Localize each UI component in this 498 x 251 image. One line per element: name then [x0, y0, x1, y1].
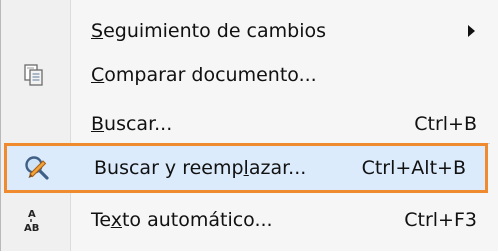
- menu-item-track-changes[interactable]: Seguimiento de cambios: [1, 8, 498, 54]
- menu-item-label: Seguimiento de cambios: [91, 20, 327, 42]
- svg-text:AB: AB: [24, 223, 39, 233]
- menu-item-label: Buscar y reemplazar...: [94, 157, 307, 179]
- autotext-icon: A AB: [19, 205, 49, 235]
- menu-item-label: Texto automático...: [91, 209, 273, 231]
- menu-item-label: Buscar...: [91, 113, 173, 135]
- compare-document-icon: [19, 60, 49, 90]
- edit-context-menu: Seguimiento de cambios Comparar document…: [0, 0, 498, 251]
- menu-item-shortcut: Ctrl+F3: [404, 209, 477, 231]
- find-replace-icon: [22, 153, 52, 183]
- submenu-arrow-icon: [468, 25, 475, 37]
- svg-text:A: A: [28, 209, 36, 220]
- menu-item-shortcut: Ctrl+Alt+B: [361, 157, 466, 179]
- menu-item-label: Comparar documento...: [91, 64, 317, 86]
- menu-item-find[interactable]: Buscar... Ctrl+B: [1, 101, 498, 147]
- menu-item-find-replace[interactable]: Buscar y reemplazar... Ctrl+Alt+B: [4, 143, 488, 193]
- menu-item-compare-document[interactable]: Comparar documento...: [1, 52, 498, 98]
- menu-item-autotext[interactable]: A AB Texto automático... Ctrl+F3: [1, 197, 498, 243]
- menu-item-shortcut: Ctrl+B: [414, 113, 477, 135]
